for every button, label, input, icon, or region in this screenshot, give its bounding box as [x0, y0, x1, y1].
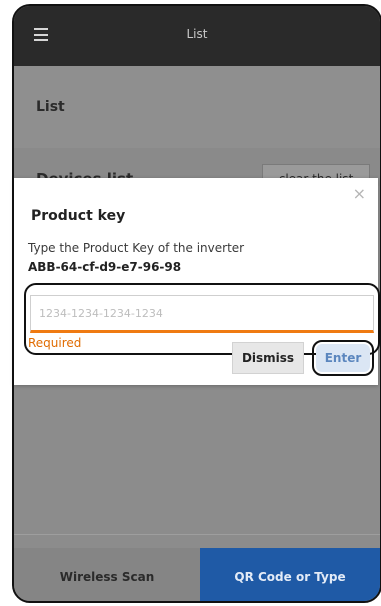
bottom-tab-bar: Wireless Scan QR Code or Type: [14, 548, 380, 601]
list-label: List: [36, 99, 65, 115]
dismiss-button[interactable]: Dismiss: [232, 342, 304, 374]
divider: [14, 534, 380, 535]
enter-button-focus: Enter: [312, 340, 374, 376]
list-section-header: List: [14, 66, 380, 148]
app-bar: List: [14, 6, 380, 66]
enter-button[interactable]: Enter: [316, 344, 370, 372]
product-key-input[interactable]: [31, 296, 373, 330]
tab-wireless-scan[interactable]: Wireless Scan: [14, 548, 200, 601]
app-bar-title: List: [186, 27, 208, 41]
dialog-title: Product key: [31, 208, 126, 224]
close-icon[interactable]: ×: [353, 184, 366, 203]
device-id: ABB-64-cf-d9-e7-96-98: [28, 260, 182, 274]
required-error: Required: [28, 336, 82, 350]
dialog-description: Type the Product Key of the inverter: [28, 241, 245, 255]
product-key-dialog: × Product key Type the Product Key of th…: [14, 178, 380, 385]
product-key-field: [30, 295, 374, 333]
tab-qr-code[interactable]: QR Code or Type: [200, 548, 380, 601]
